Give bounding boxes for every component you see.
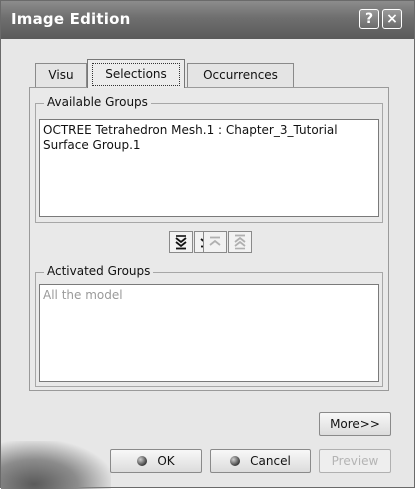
ok-bullet-icon [137, 455, 148, 466]
tab-visu-label: Visu [48, 68, 74, 82]
image-edition-dialog: Image Edition ? × Visu Selections Occurr… [0, 0, 415, 489]
tab-visu[interactable]: Visu [35, 63, 87, 87]
activated-groups-label: Activated Groups [44, 264, 154, 278]
preview-button[interactable]: Preview [319, 449, 391, 473]
help-icon: ? [364, 11, 374, 27]
available-groups-list[interactable]: OCTREE Tetrahedron Mesh.1 : Chapter_3_Tu… [39, 119, 379, 217]
move-all-up-button[interactable] [228, 231, 252, 253]
title-bar[interactable]: Image Edition ? × [1, 1, 414, 39]
activated-groups-list[interactable]: All the model [39, 284, 379, 382]
decorative-swirl [1, 441, 111, 489]
cancel-label: Cancel [250, 454, 291, 468]
move-up-button[interactable] [203, 231, 227, 253]
window-title: Image Edition [11, 10, 131, 28]
focus-rectangle [92, 63, 180, 86]
tab-selections[interactable]: Selections [87, 59, 185, 88]
help-button[interactable]: ? [359, 9, 379, 29]
activated-groups-placeholder: All the model [43, 288, 123, 302]
close-button[interactable]: × [382, 9, 402, 29]
cancel-button[interactable]: Cancel [210, 449, 311, 473]
available-groups-label: Available Groups [44, 95, 151, 109]
tab-occurrences-label: Occurrences [203, 68, 278, 82]
move-all-down-button[interactable] [169, 231, 193, 253]
move-all-up-icon [234, 234, 246, 250]
more-button[interactable]: More>> [319, 412, 391, 436]
ok-button[interactable]: OK [110, 449, 202, 473]
close-icon: × [386, 11, 398, 27]
list-item[interactable]: OCTREE Tetrahedron Mesh.1 : Chapter_3_Tu… [43, 123, 375, 138]
tab-occurrences[interactable]: Occurrences [187, 63, 294, 87]
move-up-icon [209, 236, 221, 246]
list-item[interactable]: Surface Group.1 [43, 138, 375, 153]
move-all-down-icon [175, 235, 187, 250]
ok-label: OK [157, 454, 175, 468]
cancel-bullet-icon [230, 455, 241, 466]
